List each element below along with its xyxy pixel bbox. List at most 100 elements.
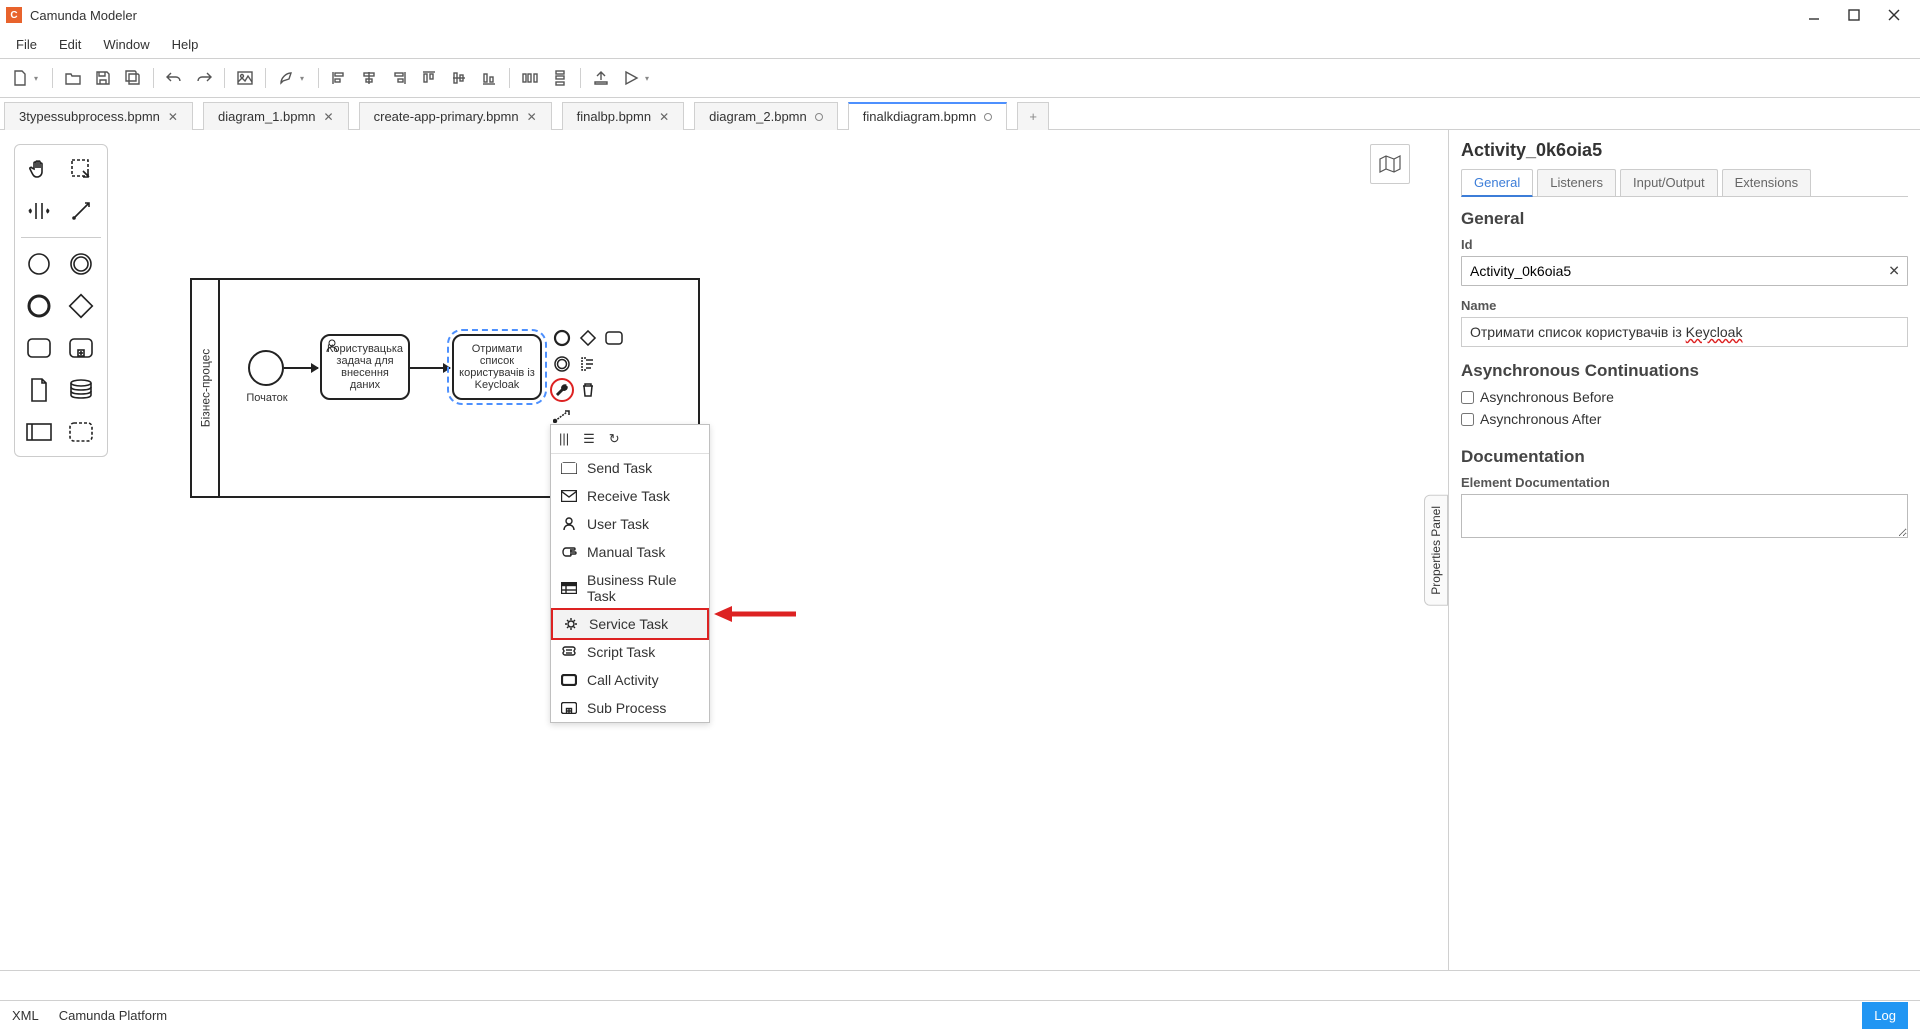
section-general: General	[1461, 209, 1908, 229]
end-event-tool[interactable]	[21, 288, 57, 324]
ctx-wrench[interactable]	[550, 378, 574, 402]
rm-tab-parallel-icon[interactable]: |||	[559, 431, 569, 447]
ctx-end-event[interactable]	[550, 326, 574, 350]
add-tab-button[interactable]: +	[1017, 102, 1049, 130]
log-button[interactable]: Log	[1862, 1002, 1908, 1029]
rm-sub-process[interactable]: Sub Process	[551, 694, 709, 722]
start-event-tool[interactable]	[21, 246, 57, 282]
ctx-gateway[interactable]	[576, 326, 600, 350]
prop-tab-extensions[interactable]: Extensions	[1722, 169, 1812, 196]
xml-tab[interactable]: XML	[12, 1008, 39, 1023]
space-tool[interactable]	[21, 193, 57, 229]
menu-edit[interactable]: Edit	[49, 35, 91, 54]
minimap-button[interactable]	[1370, 144, 1410, 184]
tab-5[interactable]: finalkdiagram.bpmn	[848, 102, 1007, 130]
color-button[interactable]	[272, 64, 300, 92]
rm-script-task[interactable]: Script Task	[551, 638, 709, 666]
save-button[interactable]	[89, 64, 117, 92]
rm-business-rule-task[interactable]: Business Rule Task	[551, 566, 709, 610]
rm-user-task[interactable]: User Task	[551, 510, 709, 538]
menu-help[interactable]: Help	[162, 35, 209, 54]
user-task[interactable]: Користувацька задача для внесення даних	[320, 334, 410, 400]
deploy-button[interactable]	[587, 64, 615, 92]
rm-call-activity[interactable]: Call Activity	[551, 666, 709, 694]
intermediate-event-tool[interactable]	[63, 246, 99, 282]
prop-tab-io[interactable]: Input/Output	[1620, 169, 1718, 196]
gateway-tool[interactable]	[63, 288, 99, 324]
align-top-button[interactable]	[415, 64, 443, 92]
menu-file[interactable]: File	[6, 35, 47, 54]
tab-0[interactable]: 3typessubprocess.bpmn✕	[4, 102, 193, 130]
maximize-button[interactable]	[1846, 7, 1862, 23]
tab-3[interactable]: finalbp.bpmn✕	[562, 102, 685, 130]
subprocess-tool[interactable]	[63, 330, 99, 366]
titlebar: C Camunda Modeler	[0, 0, 1920, 30]
tab-2[interactable]: create-app-primary.bpmn ✕	[359, 102, 552, 130]
tab-1[interactable]: diagram_1.bpmn✕	[203, 102, 349, 130]
ctx-delete[interactable]	[576, 378, 600, 402]
sequence-flow-2[interactable]	[410, 367, 450, 369]
distribute-h-button[interactable]	[516, 64, 544, 92]
task-selected[interactable]: Отримати список користувачів із Keycloak	[452, 334, 542, 400]
align-bottom-button[interactable]	[475, 64, 503, 92]
ctx-task[interactable]	[602, 326, 626, 350]
open-button[interactable]	[59, 64, 87, 92]
align-right-button[interactable]	[385, 64, 413, 92]
align-left-button[interactable]	[325, 64, 353, 92]
doc-textarea[interactable]	[1461, 494, 1908, 538]
async-after-check[interactable]: Asynchronous After	[1461, 411, 1908, 427]
prop-tab-listeners[interactable]: Listeners	[1537, 169, 1616, 196]
rm-service-task[interactable]: Service Task	[551, 608, 709, 640]
async-before-check[interactable]: Asynchronous Before	[1461, 389, 1908, 405]
close-button[interactable]	[1886, 7, 1902, 23]
tab-4[interactable]: diagram_2.bpmn	[694, 102, 838, 130]
rm-send-task[interactable]: Send Task	[551, 454, 709, 482]
close-icon[interactable]: ✕	[324, 110, 334, 124]
global-connect-tool[interactable]	[63, 193, 99, 229]
save-all-button[interactable]	[119, 64, 147, 92]
prop-tab-general[interactable]: General	[1461, 169, 1533, 197]
run-button[interactable]	[617, 64, 645, 92]
data-store-tool[interactable]	[63, 372, 99, 408]
tabbar: 3typessubprocess.bpmn✕ diagram_1.bpmn✕ c…	[0, 98, 1920, 130]
close-icon[interactable]: ✕	[659, 110, 669, 124]
lasso-tool[interactable]	[63, 151, 99, 187]
new-file-button[interactable]	[6, 64, 34, 92]
align-center-h-button[interactable]	[355, 64, 383, 92]
properties-toggle[interactable]: Properties Panel	[1424, 495, 1448, 606]
close-icon[interactable]: ✕	[168, 110, 178, 124]
tab-label: create-app-primary.bpmn	[374, 109, 519, 124]
script-task-icon	[561, 645, 577, 659]
participant-tool[interactable]	[21, 414, 57, 450]
name-input[interactable]: Отримати список користувачів із Keycloak	[1461, 317, 1908, 347]
rm-tab-sequential-icon[interactable]: ☰	[583, 431, 595, 447]
clear-id-button[interactable]: ✕	[1888, 263, 1900, 280]
rm-manual-task[interactable]: Manual Task	[551, 538, 709, 566]
platform-label[interactable]: Camunda Platform	[59, 1008, 167, 1023]
group-tool[interactable]	[63, 414, 99, 450]
canvas[interactable]: Бізнес-процес Початок Користувацька зада…	[118, 130, 1424, 970]
data-object-tool[interactable]	[21, 372, 57, 408]
minimize-button[interactable]	[1806, 7, 1822, 23]
close-icon[interactable]: ✕	[527, 110, 537, 124]
distribute-v-button[interactable]	[546, 64, 574, 92]
ctx-annotation[interactable]	[576, 352, 600, 376]
id-input[interactable]	[1461, 256, 1908, 286]
hand-tool[interactable]	[21, 151, 57, 187]
redo-button[interactable]	[190, 64, 218, 92]
statusbar-spacer	[0, 970, 1920, 1000]
menu-window[interactable]: Window	[93, 35, 159, 54]
user-icon	[325, 339, 339, 353]
ctx-intermediate-event[interactable]	[550, 352, 574, 376]
ctx-spacer2	[602, 378, 626, 402]
workspace: Бізнес-процес Початок Користувацька зада…	[0, 130, 1920, 970]
start-event[interactable]	[248, 350, 284, 386]
align-middle-button[interactable]	[445, 64, 473, 92]
task-tool[interactable]	[21, 330, 57, 366]
rm-receive-task[interactable]: Receive Task	[551, 482, 709, 510]
image-button[interactable]	[231, 64, 259, 92]
section-async: Asynchronous Continuations	[1461, 361, 1908, 381]
undo-button[interactable]	[160, 64, 188, 92]
sequence-flow-1[interactable]	[284, 367, 318, 369]
rm-tab-loop-icon[interactable]: ↻	[609, 431, 620, 447]
